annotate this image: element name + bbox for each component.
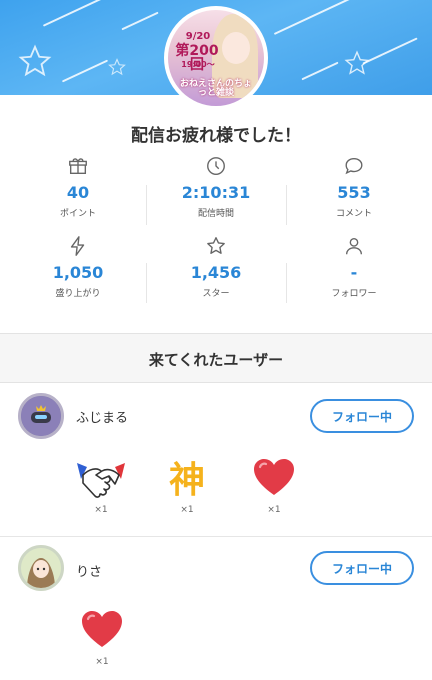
gift-count: ×1 xyxy=(95,657,109,667)
lightning-icon xyxy=(70,236,85,256)
stat-label: ポイント xyxy=(59,209,96,219)
gift-item: ×1 xyxy=(75,451,127,515)
user-name[interactable]: ふじまる xyxy=(76,407,128,426)
avatar-time: 19:00〜 xyxy=(181,60,215,69)
stat-value: - xyxy=(350,263,358,282)
heart-gift-icon xyxy=(254,459,294,495)
stat-value: 1,050 xyxy=(52,263,104,282)
following-button[interactable]: フォロー中 xyxy=(310,551,414,585)
stat-excitement: 1,050 盛り上がり xyxy=(8,235,148,307)
avatar[interactable] xyxy=(18,393,64,439)
stat-duration: 2:10:31 配信時間 xyxy=(146,155,286,227)
stat-label: 盛り上がり xyxy=(55,289,101,299)
person-icon xyxy=(345,237,363,255)
stat-value: 1,456 xyxy=(190,263,242,282)
user-row: りさ フォロー中 ×1 xyxy=(0,537,432,680)
avatar[interactable] xyxy=(18,545,64,591)
divider xyxy=(286,185,287,225)
following-button[interactable]: フォロー中 xyxy=(310,399,414,433)
stat-value: 2:10:31 xyxy=(181,183,251,202)
user-name[interactable]: りさ xyxy=(76,561,102,580)
star-decoration-icon xyxy=(108,58,126,76)
kami-gift-icon: 神 xyxy=(168,460,205,501)
gift-count: ×1 xyxy=(267,505,281,515)
divider xyxy=(146,185,147,225)
stat-value: 40 xyxy=(66,183,90,202)
handshake-gift-icon xyxy=(77,463,125,498)
gift-item: 神 ×1 xyxy=(161,451,213,515)
stat-points: 40 ポイント xyxy=(8,155,148,227)
avatar-subtitle: おねえさんのちょっと雑談 xyxy=(179,79,252,98)
page-title: 配信お疲れ様でした！ xyxy=(131,126,301,146)
divider xyxy=(146,263,147,303)
streamer-avatar: 9/20 第200回 19:00〜 おねえさんのちょっと雑談 xyxy=(164,6,268,110)
stat-comments: 553 コメント xyxy=(284,155,424,227)
gift-item: ×1 xyxy=(76,603,128,667)
star-icon xyxy=(207,237,225,254)
clock-icon xyxy=(207,157,225,175)
stat-label: スター xyxy=(202,289,230,299)
gift-count: ×1 xyxy=(94,505,108,515)
comment-icon xyxy=(345,157,363,175)
visitors-title: 来てくれたユーザー xyxy=(148,351,284,369)
stat-label: フォロワー xyxy=(331,289,377,299)
gift-icon xyxy=(69,158,87,175)
stat-value: 553 xyxy=(337,183,371,202)
user-row: ふじまる フォロー中 ×1 神 ×1 ×1 xyxy=(0,383,432,533)
divider xyxy=(286,263,287,303)
star-decoration-icon xyxy=(344,50,370,75)
stat-label: 配信時間 xyxy=(197,209,234,219)
stat-stars: 1,456 スター xyxy=(146,235,286,307)
heart-gift-icon xyxy=(82,611,122,647)
gift-count: ×1 xyxy=(180,505,194,515)
gift-item: ×1 xyxy=(248,451,300,515)
stat-followers: - フォロワー xyxy=(284,235,424,307)
star-decoration-icon xyxy=(18,44,52,77)
stat-label: コメント xyxy=(335,209,372,219)
avatar-date: 9/20 xyxy=(185,31,211,42)
